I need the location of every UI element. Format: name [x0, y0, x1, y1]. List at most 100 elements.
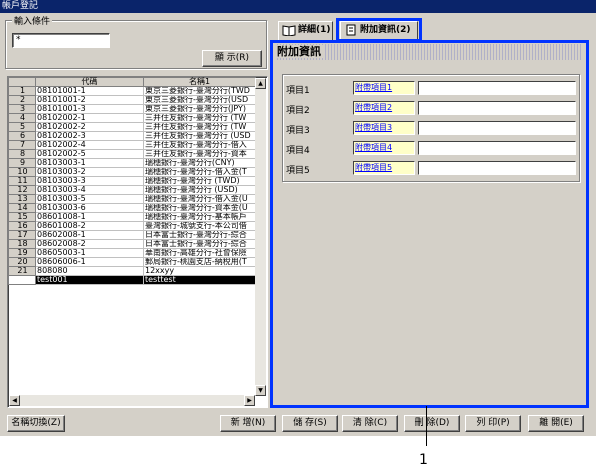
- row-number-cell: 8: [8, 149, 36, 159]
- code-cell: 08102002-2: [35, 122, 144, 132]
- account-table: 代碼 名稱1 1 08101001-1 東京三菱銀行-臺灣分行(TWD 2 081010…: [8, 77, 256, 285]
- add-button[interactable]: 新 增(N): [220, 415, 276, 432]
- row-number-cell: 13: [8, 194, 36, 204]
- row-number-cell: 4: [8, 113, 36, 123]
- table-row[interactable]: 20 08606006-1 郵局銀行-桃園支店-納稅用(T: [8, 257, 256, 267]
- code-cell: 08103003-1: [35, 158, 144, 168]
- table-row[interactable]: 15 08601008-1 瑞穗銀行-臺灣分行-基本帳戶: [8, 212, 256, 222]
- table-row[interactable]: 14 08103003-6 瑞穗銀行-臺灣分行-資本金(U: [8, 203, 256, 213]
- code-cell: test001: [35, 275, 144, 285]
- row-num-header: [8, 77, 36, 87]
- name-cell: 瑞穗銀行-臺灣分行(CNY): [143, 158, 256, 168]
- row-number-cell: 3: [8, 104, 36, 114]
- exit-button[interactable]: 離 開(E): [528, 415, 584, 432]
- tab-highlight-box: [336, 18, 422, 42]
- window-title: 帳戶登記: [0, 0, 596, 13]
- table-row[interactable]: 4 08102002-1 三井住友銀行-臺灣分行 (TW: [8, 113, 256, 123]
- code-cell: 08601008-1: [35, 212, 144, 222]
- table-row[interactable]: 2 08101001-2 東京三菱銀行-臺灣分行(USD: [8, 95, 256, 105]
- display-button[interactable]: 顯 示(R): [202, 50, 262, 67]
- code-cell: 08103003-4: [35, 185, 144, 195]
- row-number-cell: 14: [8, 203, 36, 213]
- table-row[interactable]: 9 08103003-1 瑞穗銀行-臺灣分行(CNY): [8, 158, 256, 168]
- name-cell: 三井住友銀行-臺灣分行-借入: [143, 140, 256, 150]
- callout-line: [426, 406, 427, 446]
- print-button[interactable]: 列 印(P): [465, 415, 521, 432]
- name-cell: 郵局銀行-桃園支店-納稅用(T: [143, 257, 256, 267]
- panel-highlight-box: [270, 40, 589, 408]
- name-cell: 瑞穗銀行-臺灣分行-資本金(U: [143, 203, 256, 213]
- main-window: 帳戶登記 輸入條件 * 顯 示(R) 代碼 名稱1 1 08101001-1 東京三…: [0, 0, 596, 436]
- code-cell: 08605003-1: [35, 248, 144, 258]
- filter-group-title: 輸入條件: [12, 14, 53, 27]
- code-cell: 08103003-2: [35, 167, 144, 177]
- code-cell: 08103003-3: [35, 176, 144, 186]
- horizontal-scrollbar[interactable]: ◀ ▶: [9, 395, 255, 406]
- name-cell: 東京三菱銀行-臺灣分行(TWD: [143, 86, 256, 96]
- name-cell: 瑞穗銀行-臺灣分行 (TWD): [143, 176, 256, 186]
- row-number-cell: 2: [8, 95, 36, 105]
- table-row[interactable]: 8 08102002-5 三井住友銀行-臺灣分行-資本: [8, 149, 256, 159]
- table-row[interactable]: 17 08602008-1 日本富士銀行-臺灣分行-綜合: [8, 230, 256, 240]
- scroll-up-icon[interactable]: ▲: [255, 78, 266, 89]
- filter-group: 輸入條件 * 顯 示(R): [5, 14, 267, 69]
- table-row[interactable]: 18 08602008-2 日本富士銀行-臺灣分行-綜合: [8, 239, 256, 249]
- table-row[interactable]: test001 testtest: [8, 275, 256, 285]
- account-grid[interactable]: 代碼 名稱1 1 08101001-1 東京三菱銀行-臺灣分行(TWD 2 081010…: [7, 76, 268, 408]
- code-cell: 08602008-1: [35, 230, 144, 240]
- name-cell: 臺灣銀行-城號支行-本公司借: [143, 221, 256, 231]
- table-row[interactable]: 12 08103003-4 瑞穗銀行-臺灣分行 (USD): [8, 185, 256, 195]
- tab-detail[interactable]: 詳細(1): [278, 21, 333, 40]
- table-row[interactable]: 10 08103003-2 瑞穗銀行-臺灣分行-借入金(T: [8, 167, 256, 177]
- table-row[interactable]: 21 808080 12xxyy: [8, 266, 256, 276]
- scroll-down-icon[interactable]: ▼: [255, 385, 266, 396]
- name-cell: 三井住友銀行-臺灣分行 (TW: [143, 113, 256, 123]
- clear-button[interactable]: 清 除(C): [342, 415, 398, 432]
- book-icon: [282, 24, 296, 36]
- name-cell: 東京三菱銀行-臺灣分行(USD: [143, 95, 256, 105]
- code-cell: 08601008-2: [35, 221, 144, 231]
- name-cell: 12xxyy: [143, 266, 256, 276]
- scroll-left-icon[interactable]: ◀: [9, 395, 20, 406]
- callout-number: 1: [419, 452, 428, 468]
- save-button[interactable]: 儲 存(S): [282, 415, 338, 432]
- row-number-cell: 6: [8, 131, 36, 141]
- row-number-cell: 21: [8, 266, 36, 276]
- code-cell: 08102002-4: [35, 140, 144, 150]
- table-row[interactable]: 13 08103003-5 瑞穗銀行-臺灣分行-借入金(U: [8, 194, 256, 204]
- code-cell: 08102002-5: [35, 149, 144, 159]
- name-cell: 瑞穗銀行-臺灣分行-借入金(U: [143, 194, 256, 204]
- switch-name-button[interactable]: 名稱切換(Z): [7, 415, 65, 432]
- code-cell: 08102002-1: [35, 113, 144, 123]
- code-cell: 08606006-1: [35, 257, 144, 267]
- code-cell: 08103003-5: [35, 194, 144, 204]
- table-row[interactable]: 3 08101001-3 東京三菱銀行-臺灣分行(JPY): [8, 104, 256, 114]
- name-column-header[interactable]: 名稱1: [143, 77, 256, 87]
- row-number-cell: 1: [8, 86, 36, 96]
- code-cell: 08602008-2: [35, 239, 144, 249]
- table-row[interactable]: 6 08102002-3 三井住友銀行-臺灣分行 (USD: [8, 131, 256, 141]
- scroll-right-icon[interactable]: ▶: [244, 395, 255, 406]
- name-cell: 三井住友銀行-臺灣分行 (TW: [143, 122, 256, 132]
- name-cell: 瑞穗銀行-臺灣分行-基本帳戶: [143, 212, 256, 222]
- code-column-header[interactable]: 代碼: [35, 77, 144, 87]
- table-row[interactable]: 5 08102002-2 三井住友銀行-臺灣分行 (TW: [8, 122, 256, 132]
- delete-button[interactable]: 刪 除(D): [404, 415, 460, 432]
- table-row[interactable]: 16 08601008-2 臺灣銀行-城號支行-本公司借: [8, 221, 256, 231]
- name-cell: 東京三菱銀行-臺灣分行(JPY): [143, 104, 256, 114]
- table-row[interactable]: 7 08102002-4 三井住友銀行-臺灣分行-借入: [8, 140, 256, 150]
- row-number-cell: 9: [8, 158, 36, 168]
- name-cell: 日本富士銀行-臺灣分行-綜合: [143, 239, 256, 249]
- row-number-cell: 17: [8, 230, 36, 240]
- row-number-cell: 5: [8, 122, 36, 132]
- name-cell: testtest: [143, 275, 256, 285]
- table-row[interactable]: 1 08101001-1 東京三菱銀行-臺灣分行(TWD: [8, 86, 256, 96]
- filter-input[interactable]: *: [12, 33, 110, 48]
- table-row[interactable]: 11 08103003-3 瑞穗銀行-臺灣分行 (TWD): [8, 176, 256, 186]
- code-cell: 808080: [35, 266, 144, 276]
- code-cell: 08101001-2: [35, 95, 144, 105]
- table-row[interactable]: 19 08605003-1 華南銀行-高雄分行-社會保險: [8, 248, 256, 258]
- name-cell: 瑞穗銀行-臺灣分行 (USD): [143, 185, 256, 195]
- vertical-scrollbar[interactable]: ▲ ▼: [255, 78, 266, 396]
- name-cell: 華南銀行-高雄分行-社會保險: [143, 248, 256, 258]
